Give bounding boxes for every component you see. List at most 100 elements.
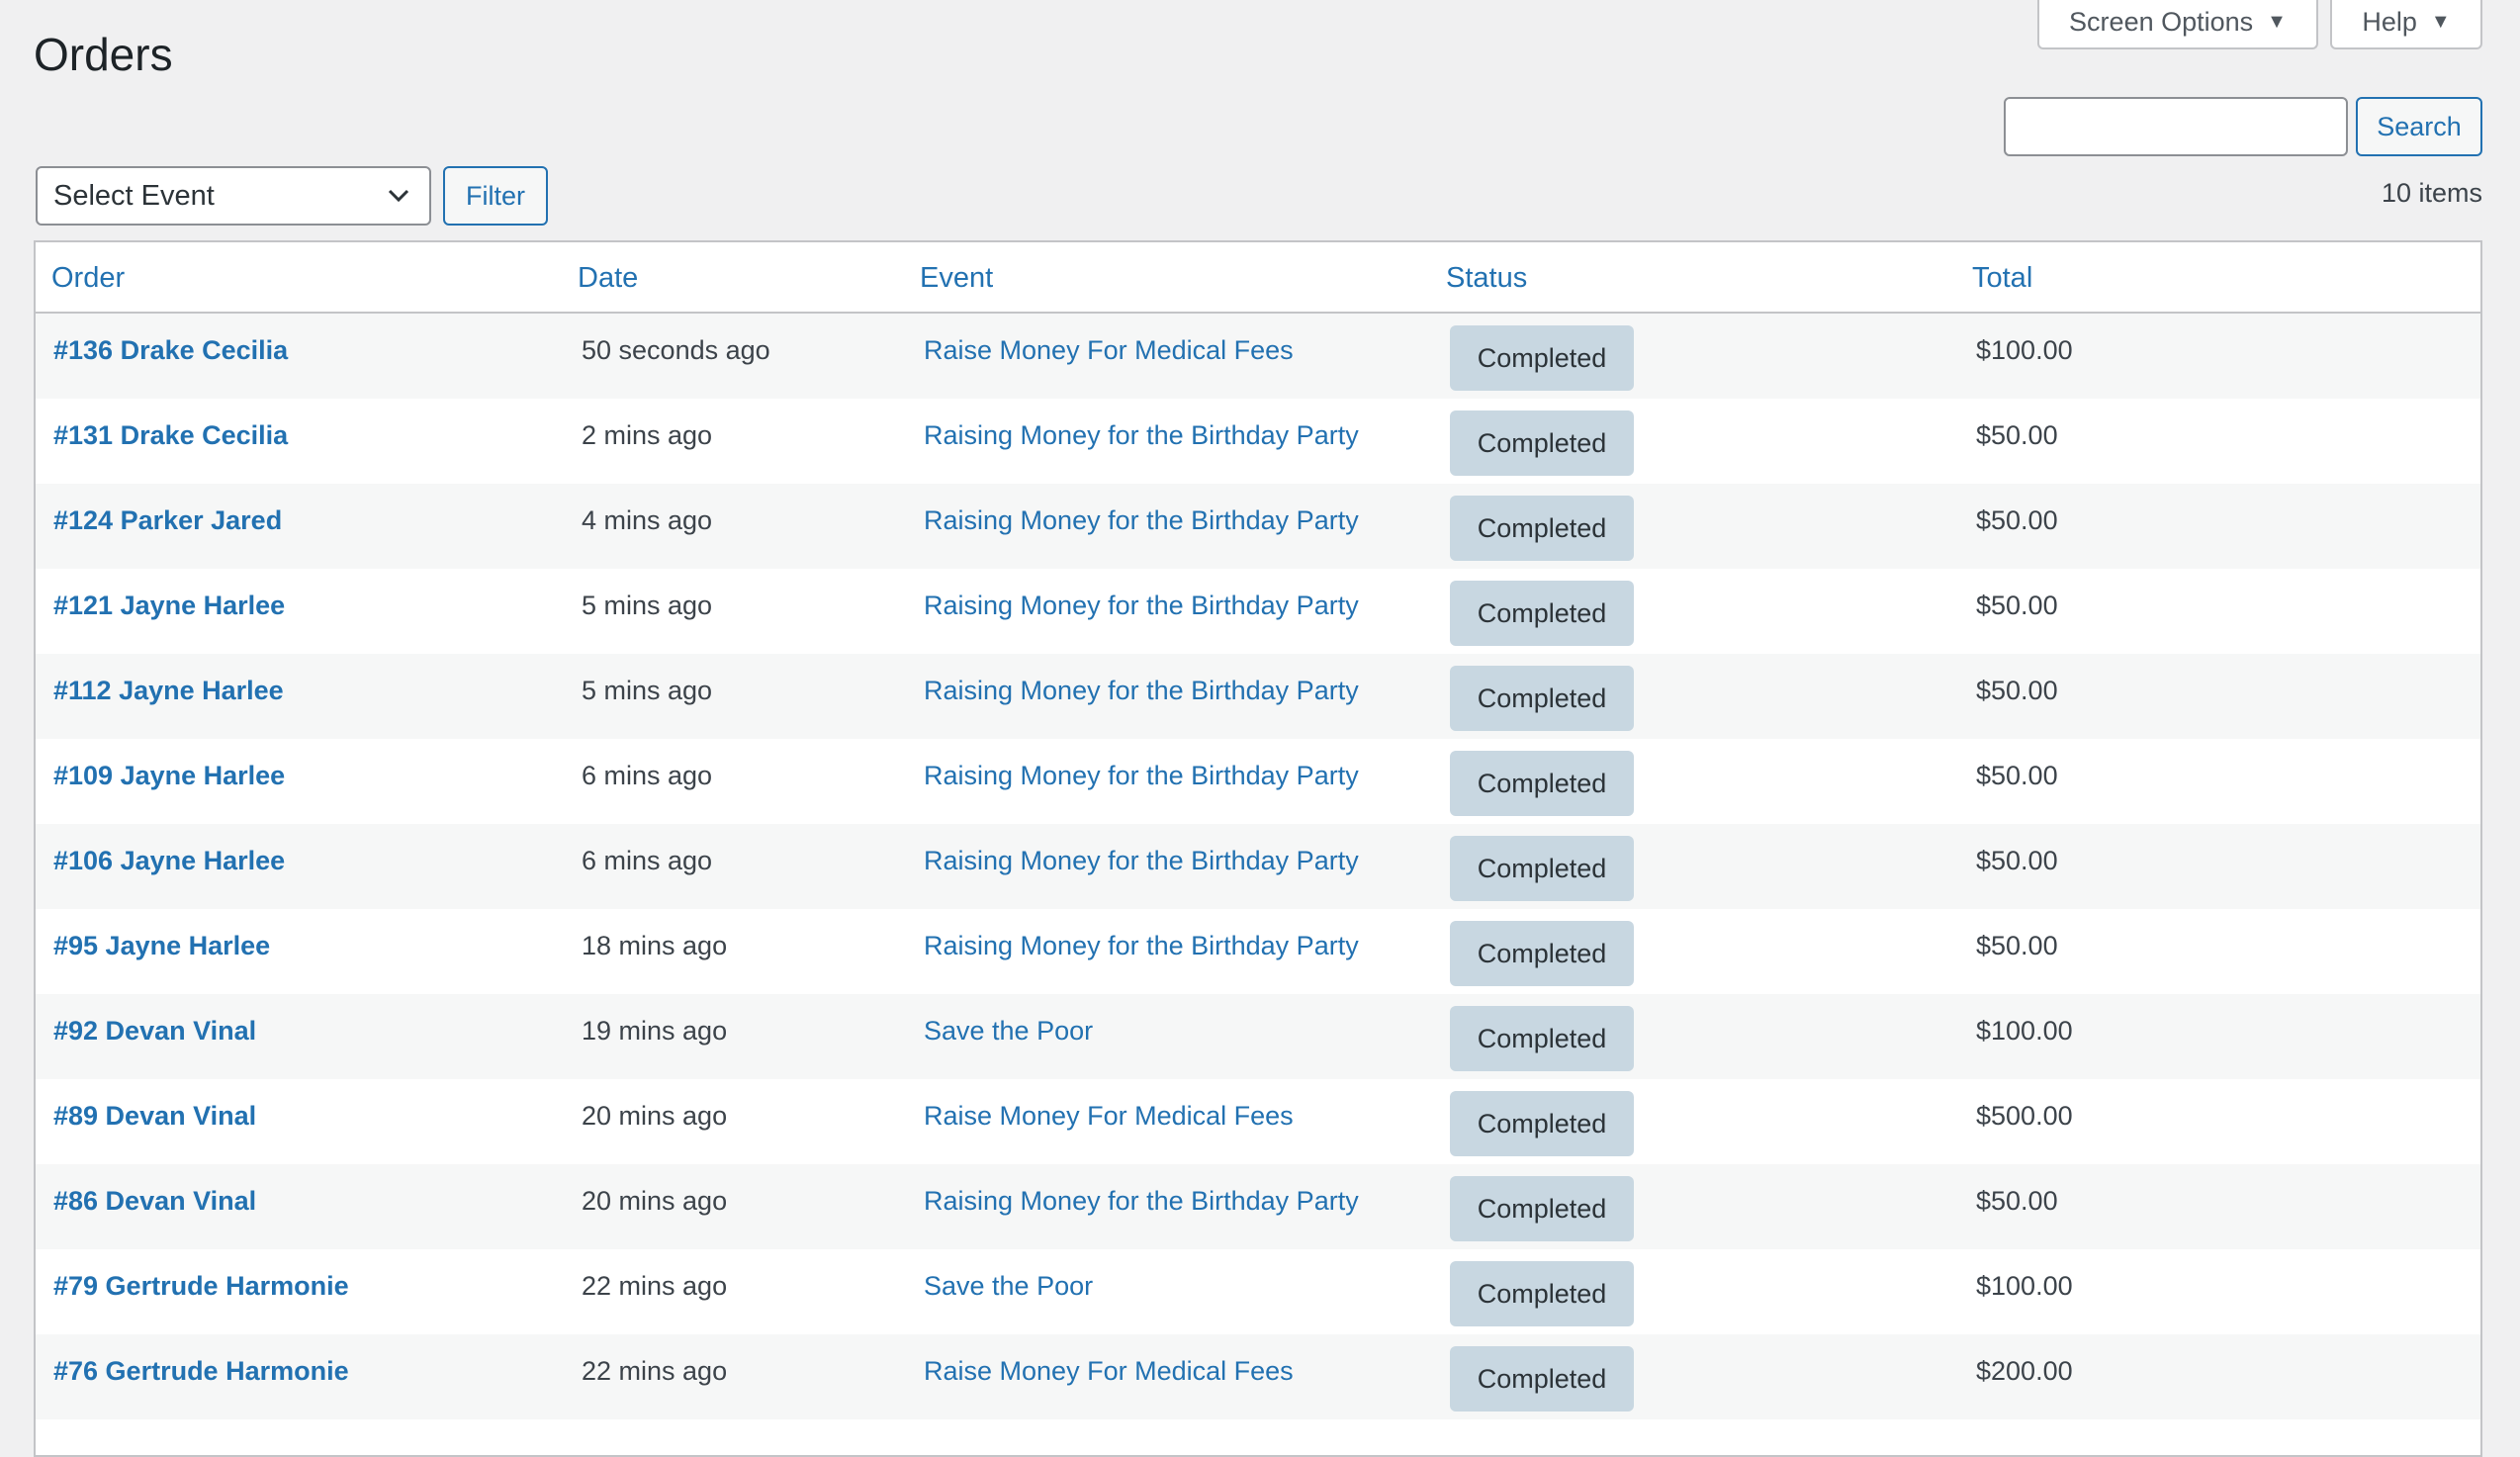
table-row: #76 Gertrude Harmonie 22 mins ago Raise Mo…: [36, 1334, 2480, 1419]
order-link[interactable]: #76 Gertrude Harmonie: [53, 1356, 349, 1387]
items-count: 10 items: [2381, 178, 2482, 208]
status-badge: Completed: [1450, 581, 1634, 646]
status-badge: Completed: [1450, 1006, 1634, 1071]
status-badge: Completed: [1450, 1176, 1634, 1241]
event-link[interactable]: Raising Money for the Birthday Party: [924, 676, 1359, 706]
status-badge: Completed: [1450, 410, 1634, 476]
status-badge: Completed: [1450, 325, 1634, 391]
table-row: [36, 1419, 2480, 1455]
event-link[interactable]: Save the Poor: [924, 1016, 1093, 1047]
status-badge: Completed: [1450, 1261, 1634, 1326]
order-total: $50.00: [1976, 846, 2058, 875]
order-total: $200.00: [1976, 1356, 2073, 1386]
status-badge: Completed: [1450, 496, 1634, 561]
order-total: $50.00: [1976, 505, 2058, 535]
order-total: $50.00: [1976, 931, 2058, 960]
column-header-order[interactable]: Order: [51, 262, 125, 295]
order-total: $50.00: [1976, 761, 2058, 790]
order-link[interactable]: #89 Devan Vinal: [53, 1101, 256, 1132]
order-total: $100.00: [1976, 335, 2073, 365]
table-row: #79 Gertrude Harmonie 22 mins ago Save the…: [36, 1249, 2480, 1334]
table-row: #136 Drake Cecilia 50 seconds ago Raise Mo…: [36, 314, 2480, 399]
order-date: 2 mins ago: [582, 420, 713, 450]
order-link[interactable]: #124 Parker Jared: [53, 505, 282, 536]
orders-table: Order Date Event Status Total #136 Drake…: [34, 240, 2482, 1457]
table-row: #109 Jayne Harlee 6 mins ago Raising Money…: [36, 739, 2480, 824]
order-link[interactable]: #109 Jayne Harlee: [53, 761, 285, 791]
filter-button[interactable]: Filter: [443, 166, 548, 226]
screen-options-label: Screen Options: [2069, 6, 2254, 37]
table-row: #121 Jayne Harlee 5 mins ago Raising Money…: [36, 569, 2480, 654]
event-link[interactable]: Raise Money For Medical Fees: [924, 1356, 1294, 1387]
status-badge: Completed: [1450, 921, 1634, 986]
order-total: $100.00: [1976, 1016, 2073, 1046]
event-link[interactable]: Raising Money for the Birthday Party: [924, 931, 1359, 961]
status-badge: Completed: [1450, 666, 1634, 731]
chevron-down-icon: [388, 189, 409, 203]
table-row: #131 Drake Cecilia 2 mins ago Raising Mone…: [36, 399, 2480, 484]
search-input[interactable]: [2004, 97, 2348, 156]
table-row: #124 Parker Jared 4 mins ago Raising Money…: [36, 484, 2480, 569]
status-badge: Completed: [1450, 1091, 1634, 1156]
table-row: #95 Jayne Harlee 18 mins ago Raising Money…: [36, 909, 2480, 994]
order-link[interactable]: #106 Jayne Harlee: [53, 846, 285, 876]
screen-options-button[interactable]: Screen Options ▼: [2037, 0, 2318, 49]
event-select-value: Select Event: [53, 179, 215, 212]
order-date: 19 mins ago: [582, 1016, 728, 1046]
order-link[interactable]: #86 Devan Vinal: [53, 1186, 256, 1217]
order-date: 22 mins ago: [582, 1356, 728, 1386]
column-header-total[interactable]: Total: [1972, 262, 2032, 295]
order-total: $50.00: [1976, 591, 2058, 620]
help-button[interactable]: Help ▼: [2330, 0, 2482, 49]
table-row: #106 Jayne Harlee 6 mins ago Raising Money…: [36, 824, 2480, 909]
status-badge: Completed: [1450, 751, 1634, 816]
event-link[interactable]: Raise Money For Medical Fees: [924, 335, 1294, 366]
event-link[interactable]: Save the Poor: [924, 1271, 1093, 1302]
status-badge: Completed: [1450, 1346, 1634, 1411]
order-date: 20 mins ago: [582, 1101, 728, 1131]
order-date: 50 seconds ago: [582, 335, 770, 365]
column-header-date[interactable]: Date: [578, 262, 638, 295]
order-link[interactable]: #131 Drake Cecilia: [53, 420, 288, 451]
order-total: $100.00: [1976, 1271, 2073, 1301]
order-date: 6 mins ago: [582, 761, 713, 790]
event-link[interactable]: Raising Money for the Birthday Party: [924, 420, 1359, 451]
event-link[interactable]: Raise Money For Medical Fees: [924, 1101, 1294, 1132]
order-link[interactable]: #79 Gertrude Harmonie: [53, 1271, 349, 1302]
status-badge: Completed: [1450, 836, 1634, 901]
order-date: 5 mins ago: [582, 676, 713, 705]
event-link[interactable]: Raising Money for the Birthday Party: [924, 846, 1359, 876]
help-label: Help: [2362, 6, 2417, 37]
event-select[interactable]: Select Event: [36, 166, 431, 226]
event-link[interactable]: Raising Money for the Birthday Party: [924, 1186, 1359, 1217]
event-link[interactable]: Raising Money for the Birthday Party: [924, 505, 1359, 536]
caret-down-icon: ▼: [2267, 10, 2287, 33]
order-date: 18 mins ago: [582, 931, 728, 960]
order-date: 20 mins ago: [582, 1186, 728, 1216]
table-header: Order Date Event Status Total: [36, 242, 2480, 314]
order-total: $50.00: [1976, 676, 2058, 705]
caret-down-icon: ▼: [2430, 10, 2451, 33]
order-date: 4 mins ago: [582, 505, 713, 535]
order-link[interactable]: #95 Jayne Harlee: [53, 931, 270, 961]
search-button[interactable]: Search: [2356, 97, 2482, 156]
page-title: Orders: [34, 29, 173, 80]
order-total: $500.00: [1976, 1101, 2073, 1131]
table-row: #86 Devan Vinal 20 mins ago Raising Money …: [36, 1164, 2480, 1249]
order-link[interactable]: #92 Devan Vinal: [53, 1016, 256, 1047]
order-total: $50.00: [1976, 1186, 2058, 1216]
order-date: 6 mins ago: [582, 846, 713, 875]
event-link[interactable]: Raising Money for the Birthday Party: [924, 761, 1359, 791]
order-date: 22 mins ago: [582, 1271, 728, 1301]
table-body: #136 Drake Cecilia 50 seconds ago Raise Mo…: [36, 314, 2480, 1419]
order-link[interactable]: #112 Jayne Harlee: [53, 676, 284, 706]
table-row: #89 Devan Vinal 20 mins ago Raise Money Fo…: [36, 1079, 2480, 1164]
event-link[interactable]: Raising Money for the Birthday Party: [924, 591, 1359, 621]
order-total: $50.00: [1976, 420, 2058, 450]
order-link[interactable]: #121 Jayne Harlee: [53, 591, 285, 621]
order-link[interactable]: #136 Drake Cecilia: [53, 335, 288, 366]
table-row: #92 Devan Vinal 19 mins ago Save the Poor C…: [36, 994, 2480, 1079]
column-header-status[interactable]: Status: [1446, 262, 1527, 295]
table-row: #112 Jayne Harlee 5 mins ago Raising Money…: [36, 654, 2480, 739]
column-header-event[interactable]: Event: [920, 262, 993, 295]
